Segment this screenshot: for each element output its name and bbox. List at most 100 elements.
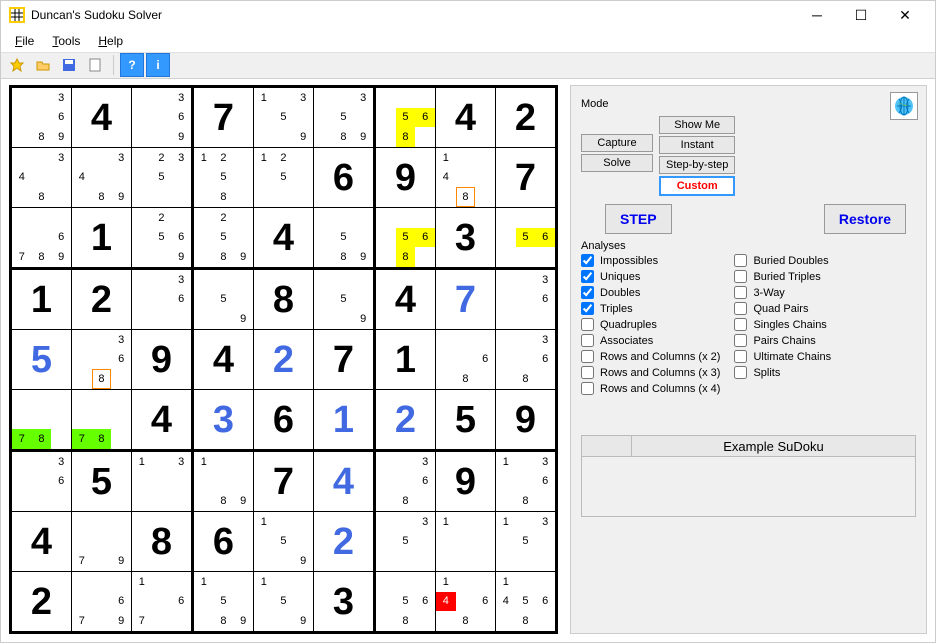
cell-r0c2[interactable]: 369: [132, 88, 191, 147]
cell-r2c0[interactable]: 6789: [12, 208, 71, 267]
cell-r7c3[interactable]: 6: [194, 512, 253, 571]
cell-r1c3[interactable]: 1258: [194, 148, 253, 207]
cell-r8c7[interactable]: 1468: [436, 572, 495, 631]
cell-r5c1[interactable]: 78: [72, 390, 131, 449]
cell-r6c1[interactable]: 5: [72, 452, 131, 511]
close-button[interactable]: ✕: [883, 1, 927, 29]
example-header[interactable]: Example SuDoku: [581, 435, 916, 457]
analysis-associates[interactable]: Associates: [581, 334, 720, 347]
globe-icon[interactable]: [890, 92, 918, 120]
cell-r6c6[interactable]: 368: [376, 452, 435, 511]
cell-r1c2[interactable]: 235: [132, 148, 191, 207]
cell-r2c5[interactable]: 589: [314, 208, 373, 267]
menu-file[interactable]: File: [7, 32, 42, 50]
cell-r0c1[interactable]: 4: [72, 88, 131, 147]
analysis-uniques[interactable]: Uniques: [581, 270, 720, 283]
analysis-doubles[interactable]: Doubles: [581, 286, 720, 299]
cell-r0c0[interactable]: 3689: [12, 88, 71, 147]
cell-r6c5[interactable]: 4: [314, 452, 373, 511]
analysis-rows-and-columns-x-4-[interactable]: Rows and Columns (x 4): [581, 382, 720, 395]
cell-r1c7[interactable]: 148: [436, 148, 495, 207]
cell-r7c1[interactable]: 79: [72, 512, 131, 571]
solve-button[interactable]: Solve: [581, 154, 653, 172]
open-icon[interactable]: [31, 53, 55, 77]
cell-r3c3[interactable]: 59: [194, 270, 253, 329]
instant-button[interactable]: Instant: [659, 136, 735, 154]
cell-r5c0[interactable]: 78: [12, 390, 71, 449]
cell-r8c2[interactable]: 167: [132, 572, 191, 631]
cell-r0c3[interactable]: 7: [194, 88, 253, 147]
info-icon[interactable]: i: [146, 53, 170, 77]
cell-r0c4[interactable]: 1359: [254, 88, 313, 147]
analysis-quadruples[interactable]: Quadruples: [581, 318, 720, 331]
cell-r2c1[interactable]: 1: [72, 208, 131, 267]
cell-r4c2[interactable]: 9: [132, 330, 191, 389]
cell-r7c0[interactable]: 4: [12, 512, 71, 571]
cell-r1c0[interactable]: 348: [12, 148, 71, 207]
cell-r4c0[interactable]: 5: [12, 330, 71, 389]
question-icon[interactable]: ?: [120, 53, 144, 77]
analysis-triples[interactable]: Triples: [581, 302, 720, 315]
cell-r6c7[interactable]: 9: [436, 452, 495, 511]
menu-tools[interactable]: Tools: [44, 32, 88, 50]
cell-r5c6[interactable]: 2: [376, 390, 435, 449]
restore-button[interactable]: Restore: [824, 204, 906, 234]
analysis-ultimate-chains[interactable]: Ultimate Chains: [734, 350, 831, 363]
cell-r6c3[interactable]: 189: [194, 452, 253, 511]
custom-button[interactable]: Custom: [659, 176, 735, 196]
cell-r2c4[interactable]: 4: [254, 208, 313, 267]
cell-r7c6[interactable]: 35: [376, 512, 435, 571]
cell-r8c6[interactable]: 568: [376, 572, 435, 631]
cell-r4c3[interactable]: 4: [194, 330, 253, 389]
cell-r0c6[interactable]: 568: [376, 88, 435, 147]
cell-r4c6[interactable]: 1: [376, 330, 435, 389]
save-icon[interactable]: [57, 53, 81, 77]
cell-r0c5[interactable]: 3589: [314, 88, 373, 147]
cell-r0c8[interactable]: 2: [496, 88, 555, 147]
cell-r2c6[interactable]: 568: [376, 208, 435, 267]
cell-r8c8[interactable]: 14568: [496, 572, 555, 631]
cell-r5c5[interactable]: 1: [314, 390, 373, 449]
analysis-rows-and-columns-x-3-[interactable]: Rows and Columns (x 3): [581, 366, 720, 379]
cell-r3c5[interactable]: 59: [314, 270, 373, 329]
cell-r1c1[interactable]: 3489: [72, 148, 131, 207]
cell-r6c4[interactable]: 7: [254, 452, 313, 511]
page-icon[interactable]: [83, 53, 107, 77]
cell-r5c3[interactable]: 3: [194, 390, 253, 449]
cell-r7c4[interactable]: 159: [254, 512, 313, 571]
cell-r2c8[interactable]: 56: [496, 208, 555, 267]
cell-r2c2[interactable]: 2569: [132, 208, 191, 267]
cell-r8c1[interactable]: 679: [72, 572, 131, 631]
cell-r3c7[interactable]: 7: [436, 270, 495, 329]
cell-r3c4[interactable]: 8: [254, 270, 313, 329]
step-button[interactable]: STEP: [605, 204, 672, 234]
minimize-button[interactable]: ─: [795, 1, 839, 29]
stepbystep-button[interactable]: Step-by-step: [659, 156, 735, 174]
cell-r3c1[interactable]: 2: [72, 270, 131, 329]
analysis-buried-doubles[interactable]: Buried Doubles: [734, 254, 831, 267]
menu-help[interactable]: Help: [90, 32, 131, 50]
maximize-button[interactable]: ☐: [839, 1, 883, 29]
cell-r7c2[interactable]: 8: [132, 512, 191, 571]
cell-r4c4[interactable]: 2: [254, 330, 313, 389]
cell-r8c4[interactable]: 159: [254, 572, 313, 631]
showme-button[interactable]: Show Me: [659, 116, 735, 134]
cell-r2c7[interactable]: 3: [436, 208, 495, 267]
capture-button[interactable]: Capture: [581, 134, 653, 152]
cell-r1c4[interactable]: 125: [254, 148, 313, 207]
cell-r4c1[interactable]: 368: [72, 330, 131, 389]
analysis-buried-triples[interactable]: Buried Triples: [734, 270, 831, 283]
analysis-impossibles[interactable]: Impossibles: [581, 254, 720, 267]
cell-r8c3[interactable]: 1589: [194, 572, 253, 631]
cell-r7c7[interactable]: 1: [436, 512, 495, 571]
cell-r7c5[interactable]: 2: [314, 512, 373, 571]
cell-r7c8[interactable]: 135: [496, 512, 555, 571]
star-icon[interactable]: [5, 53, 29, 77]
cell-r3c0[interactable]: 1: [12, 270, 71, 329]
cell-r1c8[interactable]: 7: [496, 148, 555, 207]
cell-r4c5[interactable]: 7: [314, 330, 373, 389]
cell-r6c8[interactable]: 1368: [496, 452, 555, 511]
cell-r5c8[interactable]: 9: [496, 390, 555, 449]
cell-r8c5[interactable]: 3: [314, 572, 373, 631]
cell-r5c7[interactable]: 5: [436, 390, 495, 449]
